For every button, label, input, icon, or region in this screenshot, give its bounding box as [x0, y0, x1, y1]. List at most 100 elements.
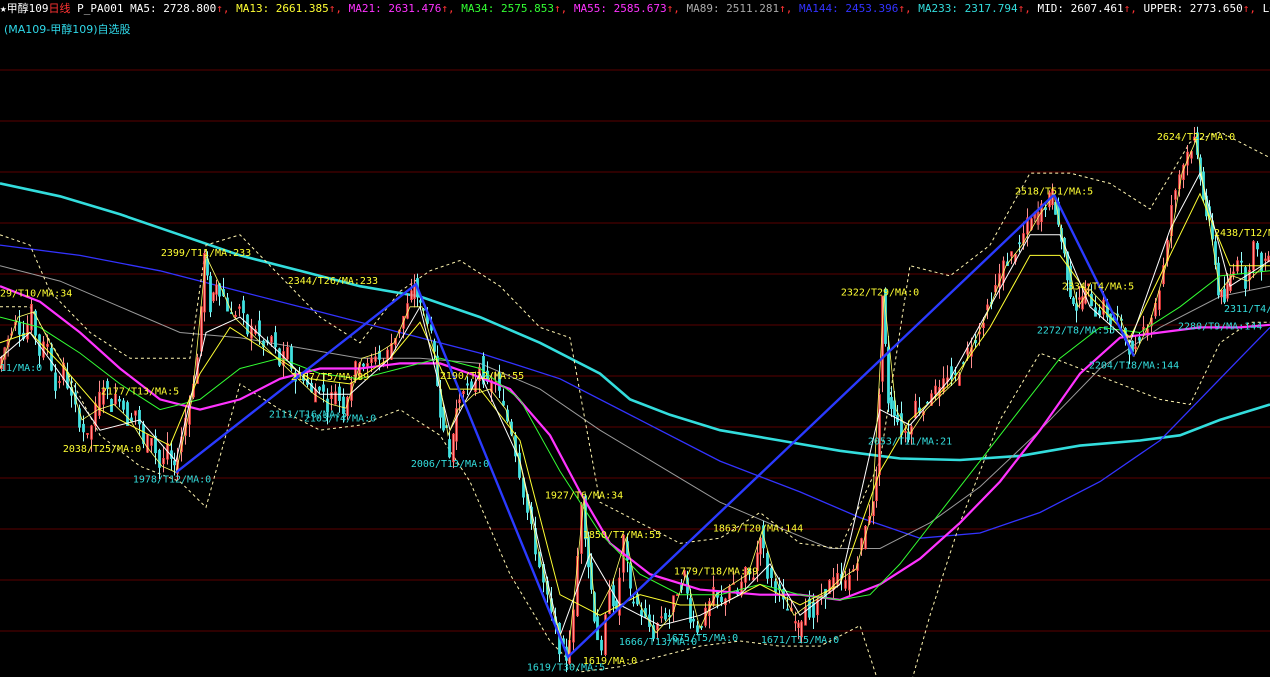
pivot-label: 2399/T11/MA:233 — [161, 248, 251, 259]
ma-values: MA5: 2728.800↑, MA13: 2661.385↑, MA21: 2… — [123, 2, 1270, 15]
candle-body — [1223, 288, 1226, 303]
candle-body — [632, 601, 635, 604]
candle-body — [126, 402, 129, 426]
pivot-label: 2334/T4/MA:5 — [1062, 281, 1134, 292]
candle-body — [600, 639, 603, 651]
candle-body — [900, 413, 903, 436]
up-arrow-icon: ↑, — [666, 2, 680, 15]
candle-body — [274, 332, 277, 348]
major-zigzag-line — [175, 192, 1136, 659]
up-arrow-icon: ↑, — [553, 2, 568, 15]
pivot-label: 2053/T11/MA:21 — [868, 437, 952, 448]
ma-value-7: MA233: 2317.794 — [911, 2, 1018, 15]
candle-body — [770, 567, 773, 579]
candle-body — [209, 275, 212, 313]
ma-value-10: LOWER: 2441.273 — [1262, 2, 1270, 15]
pivot-label: 2177/T13/MA:5 — [101, 387, 179, 398]
pivot-label: 2344/T26/MA:233 — [288, 276, 378, 287]
grid-lines — [0, 69, 1270, 632]
zigzag-trend-line — [175, 192, 1136, 659]
candle-body — [362, 363, 365, 367]
candle-body — [322, 384, 325, 392]
candle-body — [1138, 337, 1141, 341]
candle-body — [466, 383, 469, 386]
ma-value-2: MA21: 2631.476 — [342, 2, 442, 15]
ma-value-9: UPPER: 2773.650 — [1136, 2, 1243, 15]
ma-value-8: MID: 2607.461 — [1030, 2, 1124, 15]
pivot-label: 2624/T22/MA:0 — [1157, 132, 1235, 143]
candle-body — [82, 423, 85, 433]
ma-value-5: MA89: 2511.281 — [679, 2, 780, 15]
ma34-line — [0, 270, 1270, 601]
pivot-label: 2167/T5/MA:89 — [291, 372, 369, 383]
ma-value-4: MA55: 2585.673 — [567, 2, 667, 15]
pivot-label: 1779/T18/MA:89 — [674, 567, 758, 578]
candle-body — [890, 396, 893, 409]
pivot-label: 2190/T12/MA:55 — [440, 371, 524, 382]
pivot-label: 1863/T20/MA:144 — [713, 523, 803, 534]
candle-body — [470, 381, 473, 389]
pivot-label: 2438/T12/MA — [1214, 228, 1270, 239]
pivot-label: 2311/T4/ — [1224, 304, 1270, 315]
pivot-label: 2204/T18/MA:144 — [1089, 361, 1179, 372]
pivot-label: 1850/T7/MA:55 — [583, 530, 661, 541]
pivot-label: 1675/T5/MA:0 — [666, 633, 738, 644]
indicator-name: P_PA001 — [77, 2, 124, 15]
short-ma-lines — [0, 138, 1270, 658]
candle-body — [692, 618, 695, 622]
pivot-label: 2280/T9/MA:144 — [1178, 321, 1262, 332]
candle-body — [629, 563, 632, 589]
ma-value-1: MA13: 2661.385 — [229, 2, 329, 15]
candle-body — [1256, 242, 1259, 250]
candle-body — [318, 386, 321, 391]
ma-value-0: MA5: 2728.800 — [123, 2, 217, 15]
pivot-label: 2272/T8/MA:55 — [1037, 326, 1115, 337]
up-arrow-icon: ↑, — [1242, 2, 1257, 15]
up-arrow-icon: ↑, — [898, 2, 912, 15]
indicator-header: ★甲醇109日线 P_PA001 MA5: 2728.800↑, MA13: 2… — [0, 0, 1270, 18]
candle-body — [720, 596, 723, 602]
candle-body — [887, 346, 890, 404]
up-arrow-icon: ↑, — [1017, 2, 1031, 15]
candle-body — [138, 409, 141, 425]
candle-body — [448, 439, 451, 458]
candle-body — [1090, 293, 1093, 307]
up-arrow-icon: ↑, — [441, 2, 455, 15]
up-arrow-icon: ↑, — [216, 2, 230, 15]
candle-body — [668, 615, 671, 618]
pivot-label: 1619/MA:0 — [583, 656, 637, 667]
candle-body — [696, 625, 699, 633]
candle-body — [122, 400, 125, 410]
candle-body — [1072, 297, 1075, 305]
star-icon[interactable]: ★ — [0, 2, 7, 15]
pivot-label: 2006/T13/MA:0 — [411, 459, 489, 470]
candle-body — [774, 581, 777, 593]
candle-body — [786, 608, 789, 611]
candle-body — [50, 348, 53, 371]
candle-body — [1240, 260, 1243, 263]
pivot-label: 11/MA:0 — [0, 363, 42, 374]
pivot-label: 1671/T15/MA:0 — [761, 635, 839, 646]
ma-value-6: MA144: 2453.396 — [792, 2, 899, 15]
candle-body — [118, 399, 121, 402]
candle-body — [173, 460, 176, 466]
pivot-label: 2103/T4/MA:0 — [304, 413, 376, 424]
candle-body — [1109, 313, 1112, 325]
pivot-label: 1978/T12/MA:0 — [133, 475, 211, 486]
candle-body — [502, 400, 505, 406]
pivot-label: 2322/T29/MA:0 — [841, 287, 919, 298]
candle-body — [158, 449, 161, 468]
candle-body — [242, 300, 245, 314]
price-chart[interactable]: 29/T10/MA:34 11/MA:0 2399/T11/MA:233 2177/T… — [0, 18, 1270, 677]
up-arrow-icon: ↑, — [328, 2, 343, 15]
pivot-label: 2038/T25/MA:0 — [63, 444, 141, 455]
candle-body — [419, 300, 422, 303]
candle-body — [689, 597, 692, 623]
pivot-label: 2518/T51/MA:5 — [1015, 187, 1093, 198]
up-arrow-icon: ↑, — [779, 2, 793, 15]
ma-value-3: MA34: 2575.853 — [454, 2, 554, 15]
candle-body — [54, 372, 57, 391]
candle-body — [640, 610, 643, 617]
up-arrow-icon: ↑, — [1123, 2, 1137, 15]
candle-body — [18, 321, 21, 335]
